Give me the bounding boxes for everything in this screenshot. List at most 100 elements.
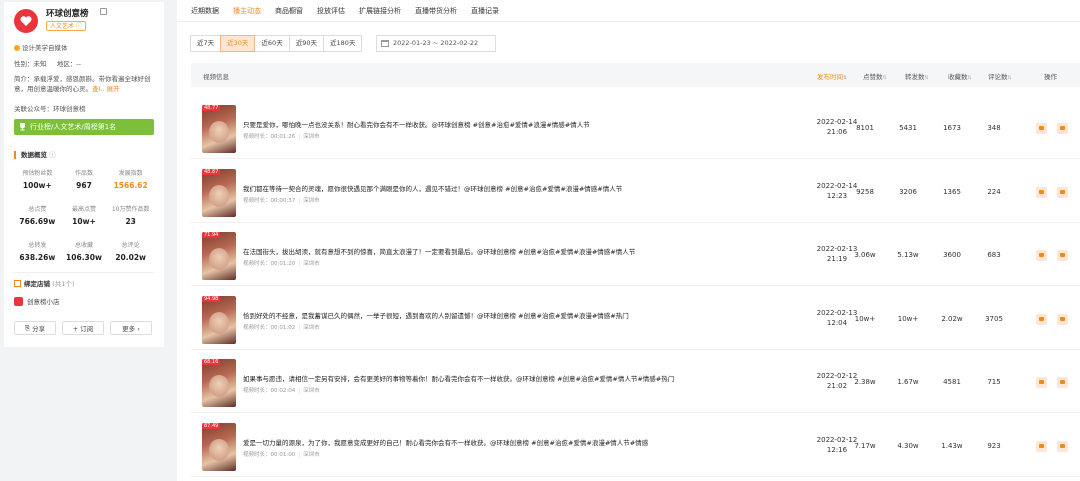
video-detail-icon[interactable] bbox=[1036, 250, 1047, 261]
video-title[interactable]: 我们都在等待一契合的灵魂，愿你很快遇见那个满眼是你的人，遇见不错过！@环球创意榜… bbox=[243, 183, 622, 193]
shares-count: 5431 bbox=[899, 124, 917, 132]
comments-count: 683 bbox=[987, 251, 1001, 259]
range-button[interactable]: 近60天 bbox=[254, 35, 290, 52]
comment-detail-icon[interactable] bbox=[1057, 250, 1068, 261]
rank-badge[interactable]: 行业榜/人文艺术/周榜第1名 bbox=[14, 119, 154, 135]
table-row[interactable]: 94.98 恰到好处的不经意，是我蓄谋已久的偶然，一举子很短，遇到喜欢的人别留遗憾… bbox=[191, 288, 1080, 350]
col-publish-time[interactable]: 发布时间⇅ bbox=[817, 71, 847, 81]
sort-icon: ⇅ bbox=[967, 75, 972, 81]
comment-detail-icon[interactable] bbox=[1057, 377, 1068, 388]
video-detail-icon[interactable] bbox=[1036, 123, 1047, 134]
video-thumbnail[interactable]: 48.77 bbox=[202, 105, 236, 153]
favorites-count: 3600 bbox=[943, 251, 961, 259]
video-meta: 视频时长：00:02:04 | 深圳市 bbox=[243, 388, 320, 394]
table-row[interactable]: 48.87 我们都在等待一契合的灵魂，愿你很快遇见那个满眼是你的人，遇见不错过！@… bbox=[191, 161, 1080, 223]
video-thumbnail[interactable]: 71.94 bbox=[202, 232, 236, 280]
table-row[interactable]: 71.94 在法国街头，拔出胡须，就有意想不到的惊喜，简直太浪漫了！一定要看到最后… bbox=[191, 224, 1080, 286]
favorites-count: 2.02w bbox=[941, 314, 963, 323]
col-comments[interactable]: 评论数⇅ bbox=[988, 71, 1012, 81]
tab-item[interactable]: 扩展链接分析 bbox=[359, 6, 401, 22]
stat-cell: 总点赞 766.69w bbox=[14, 204, 61, 226]
share-button[interactable]: ⎘ 分享 bbox=[14, 321, 56, 335]
score-badge: 94.98 bbox=[202, 295, 221, 302]
video-meta: 视频时长：00:01:26 | 深圳市 bbox=[243, 134, 320, 140]
stat-value: 1566.62 bbox=[113, 181, 148, 190]
video-thumbnail[interactable]: 68.16 bbox=[202, 359, 236, 407]
stat-cell: 最高点赞 10w+ bbox=[61, 204, 108, 226]
table-row[interactable]: 68.16 如果事与愿违，请相信一定另有安排，会有更美好的事物等着你！耐心看完你会… bbox=[191, 351, 1080, 413]
video-title[interactable]: 在法国街头，拔出胡须，就有意想不到的惊喜，简直太浪漫了！一定要看到最后。@环球创… bbox=[243, 246, 635, 256]
certification: 设计美学自媒体 bbox=[14, 42, 68, 52]
comment-detail-icon[interactable] bbox=[1057, 123, 1068, 134]
shares-count: 5.13w bbox=[897, 251, 919, 259]
favorites-count: 4581 bbox=[943, 378, 961, 386]
range-button[interactable]: 近180天 bbox=[322, 35, 363, 52]
col-favorites[interactable]: 收藏数⇅ bbox=[948, 71, 972, 81]
video-thumbnail[interactable]: 94.98 bbox=[202, 295, 236, 344]
stat-label: 发展指数 bbox=[118, 170, 143, 177]
video-detail-icon[interactable] bbox=[1036, 186, 1047, 198]
shop-item[interactable]: 创意榜小店 bbox=[14, 296, 60, 306]
score-badge: 48.87 bbox=[202, 168, 221, 175]
comment-detail-icon[interactable] bbox=[1057, 186, 1068, 198]
stat-label: 预估粉丝数 bbox=[22, 170, 53, 177]
heart-logo-icon bbox=[20, 16, 32, 26]
range-button[interactable]: 近90天 bbox=[288, 35, 324, 52]
video-detail-icon[interactable] bbox=[1036, 313, 1047, 325]
stat-cell: 作品数 967 bbox=[61, 168, 108, 190]
expand-link[interactable]: 查I.. 展开 bbox=[92, 85, 120, 93]
tab-item[interactable]: 播主动态 bbox=[233, 6, 261, 22]
comments-count: 923 bbox=[987, 441, 1001, 450]
tab-item[interactable]: 直播带货分析 bbox=[415, 6, 457, 22]
stat-cell: 10万赞作品数 23 bbox=[107, 204, 154, 226]
table-row[interactable]: 87.49 爱是一切力量的源泉，为了你，我愿意变成更好的自己！耐心看完你会有不一样… bbox=[191, 415, 1080, 477]
share-icon: ⎘ bbox=[24, 323, 31, 332]
favorites-count: 1673 bbox=[943, 124, 961, 132]
col-video-info: 视频信息 bbox=[203, 73, 229, 81]
avatar[interactable] bbox=[14, 9, 38, 33]
thumbnail-image bbox=[209, 311, 229, 334]
range-button[interactable]: 近30天 bbox=[220, 35, 256, 52]
video-detail-icon[interactable] bbox=[1036, 377, 1047, 388]
table-header: 视频信息 发布时间⇅ 点赞数⇅ 转发数⇅ 收藏数⇅ 评论数⇅ 操作 bbox=[191, 63, 1080, 87]
col-shares[interactable]: 转发数⇅ bbox=[905, 71, 929, 81]
follow-button[interactable]: + 订阅 bbox=[62, 321, 104, 335]
stat-cell: 总收藏 106.30w bbox=[61, 240, 108, 262]
video-title[interactable]: 如果事与愿违，请相信一定另有安排，会有更美好的事物等着你！耐心看完你会有不一样收… bbox=[243, 373, 674, 383]
gender-region: 性别：未知 地区：-- bbox=[14, 60, 82, 68]
shares-count: 4.30w bbox=[897, 441, 919, 450]
stat-label: 10万赞作品数 bbox=[111, 206, 150, 213]
video-meta: 视频时长：00:01:20 | 深圳市 bbox=[243, 261, 320, 267]
col-likes[interactable]: 点赞数⇅ bbox=[863, 71, 887, 81]
video-title[interactable]: 爱是一切力量的源泉，为了你，我愿意变成更好的自己！耐心看完你会有不一样收获。@环… bbox=[243, 437, 648, 447]
stat-label: 作品数 bbox=[74, 170, 93, 177]
info-icon[interactable]: ⓘ bbox=[49, 151, 56, 159]
thumbnail-image bbox=[209, 438, 229, 461]
video-thumbnail[interactable]: 87.49 bbox=[202, 422, 236, 471]
more-button[interactable]: 更多 › bbox=[110, 321, 152, 335]
thumbnail-image bbox=[209, 121, 229, 143]
qr-code-icon[interactable] bbox=[100, 8, 107, 15]
stat-label: 总点赞 bbox=[28, 206, 47, 213]
video-title[interactable]: 只要是爱你，哪怕晚一点也没关系！耐心看完你会有不一样收获。@环球创意榜 #创意#… bbox=[243, 119, 590, 129]
video-thumbnail[interactable]: 48.87 bbox=[202, 168, 236, 217]
score-badge: 87.49 bbox=[202, 422, 221, 429]
likes-count: 7.17w bbox=[854, 441, 876, 450]
tab-item[interactable]: 商品橱窗 bbox=[275, 6, 303, 22]
comment-detail-icon[interactable] bbox=[1057, 313, 1068, 325]
sort-icon: ⇅ bbox=[882, 75, 887, 81]
comment-detail-icon[interactable] bbox=[1057, 440, 1068, 452]
main-panel: 近期数据 播主动态 商品橱窗 投放评估 扩展链接分析 直播带货分析 直播记录 近7天 近30天… bbox=[177, 0, 1080, 481]
thumbnail-image bbox=[209, 184, 229, 207]
likes-count: 8101 bbox=[856, 124, 874, 132]
thumbnail-image bbox=[209, 248, 229, 270]
range-button[interactable]: 近7天 bbox=[190, 35, 222, 52]
tab-item[interactable]: 近期数据 bbox=[191, 6, 219, 22]
video-title[interactable]: 恰到好处的不经意，是我蓄谋已久的偶然，一举子很短，遇到喜欢的人别留遗憾！@环球创… bbox=[243, 310, 629, 320]
tab-item[interactable]: 直播记录 bbox=[471, 6, 499, 22]
table-row[interactable]: 48.77 只要是爱你，哪怕晚一点也没关系！耐心看完你会有不一样收获。@环球创意榜… bbox=[191, 97, 1080, 159]
video-detail-icon[interactable] bbox=[1036, 440, 1047, 452]
date-range-picker[interactable]: 2022-01-23 ~ 2022-02-22 bbox=[376, 35, 496, 52]
col-operations: 操作 bbox=[1044, 73, 1057, 81]
tab-item[interactable]: 投放评估 bbox=[317, 6, 345, 22]
